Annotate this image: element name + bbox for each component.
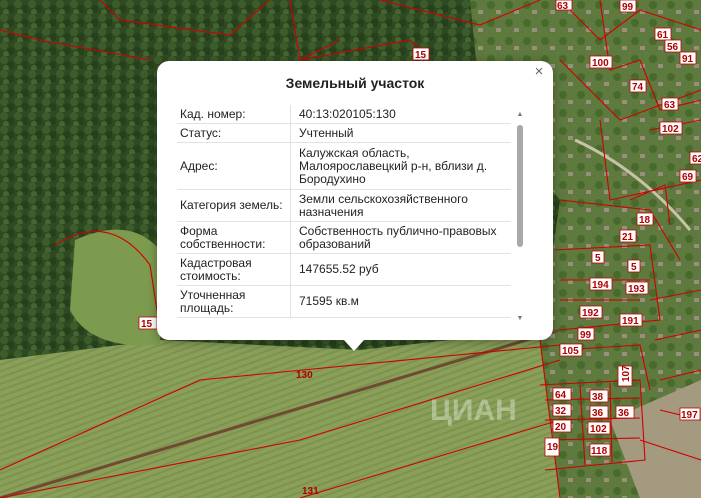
row-key-status: Статус: <box>177 123 291 143</box>
table-row: Форма собственности: Собственность публи… <box>177 221 511 254</box>
popup-pointer <box>343 339 365 351</box>
row-value-cadastral-value: 147655.52 руб <box>290 253 511 286</box>
parcel-label: 107 <box>621 365 632 382</box>
parcel-label: 130 <box>296 370 313 381</box>
parcel-label: 100 <box>592 58 609 69</box>
parcel-label: 64 <box>555 390 567 401</box>
watermark-logo: ЦИАН <box>430 394 517 427</box>
scroll-thumb[interactable] <box>517 125 523 247</box>
parcel-label: 36 <box>592 408 604 419</box>
parcel-label: 15 <box>415 50 427 61</box>
parcel-label: 32 <box>555 406 567 417</box>
close-icon[interactable]: × <box>531 64 547 80</box>
row-key-ownership: Форма собственности: <box>177 221 291 254</box>
parcel-label: 118 <box>591 446 608 457</box>
popup-scrollbar[interactable]: ▲ ▼ <box>515 111 525 323</box>
parcel-label: 192 <box>582 308 599 319</box>
parcel-label: 105 <box>562 346 579 357</box>
row-key-land-category: Категория земель: <box>177 189 291 222</box>
parcel-label: 5 <box>631 262 637 273</box>
parcel-label: 63 <box>557 1 569 12</box>
parcel-info-popup: Земельный участок × Кад. номер: 40:13:02… <box>157 61 553 340</box>
parcel-label: 91 <box>682 54 694 65</box>
row-value-ownership: Собственность публично-правовых образова… <box>290 221 511 254</box>
parcel-label: 61 <box>657 30 669 41</box>
parcel-label: 99 <box>580 330 592 341</box>
parcel-label: 193 <box>628 284 645 295</box>
parcel-label: 102 <box>590 424 607 435</box>
table-row: Адрес: Калужская область, Малоярославецк… <box>177 142 511 190</box>
parcel-label: 74 <box>632 82 644 93</box>
row-key-address: Адрес: <box>177 142 291 190</box>
parcel-label: 18 <box>639 215 651 226</box>
parcel-label: 56 <box>667 42 679 53</box>
parcel-info-table: Кад. номер: 40:13:020105:130 Статус: Учт… <box>177 105 511 318</box>
table-row: Кадастровая стоимость: 147655.52 руб <box>177 253 511 286</box>
row-value-cadastral-number: 40:13:020105:130 <box>290 105 511 124</box>
parcel-label: 197 <box>681 410 698 421</box>
parcel-label: 19 <box>547 442 559 453</box>
parcel-label: 62 <box>692 154 701 165</box>
parcel-label: 99 <box>622 2 634 13</box>
scroll-down-icon[interactable]: ▼ <box>515 315 525 323</box>
parcel-label: 38 <box>592 392 604 403</box>
row-value-status: Учтенный <box>290 123 511 143</box>
scroll-up-icon[interactable]: ▲ <box>515 111 525 119</box>
parcel-label: 5 <box>595 253 601 264</box>
row-key-cadastral-number: Кад. номер: <box>177 105 291 124</box>
table-row: Статус: Учтенный <box>177 123 511 143</box>
parcel-label: 191 <box>622 316 639 327</box>
popup-title: Земельный участок <box>285 75 425 91</box>
row-value-address: Калужская область, Малоярославецкий р-н,… <box>290 142 511 190</box>
row-value-land-category: Земли сельскохозяйственного назначения <box>290 189 511 222</box>
table-row: Кад. номер: 40:13:020105:130 <box>177 105 511 124</box>
parcel-label: 21 <box>622 232 634 243</box>
parcel-label: 131 <box>302 486 319 497</box>
parcel-label: 36 <box>618 408 630 419</box>
parcel-label: 69 <box>682 172 694 183</box>
parcel-label: 194 <box>592 280 609 291</box>
row-key-area: Уточненная площадь: <box>177 285 291 318</box>
table-row: Уточненная площадь: 71595 кв.м <box>177 285 511 318</box>
row-key-cadastral-value: Кадастровая стоимость: <box>177 253 291 286</box>
info-scroll-area[interactable]: Кад. номер: 40:13:020105:130 Статус: Учт… <box>177 105 513 325</box>
parcel-label: 102 <box>662 124 679 135</box>
parcel-label: 63 <box>664 100 676 111</box>
parcel-label: 15 <box>141 319 153 330</box>
table-row: Категория земель: Земли сельскохозяйстве… <box>177 189 511 222</box>
parcel-label: 20 <box>555 422 567 433</box>
row-value-area: 71595 кв.м <box>290 285 511 318</box>
